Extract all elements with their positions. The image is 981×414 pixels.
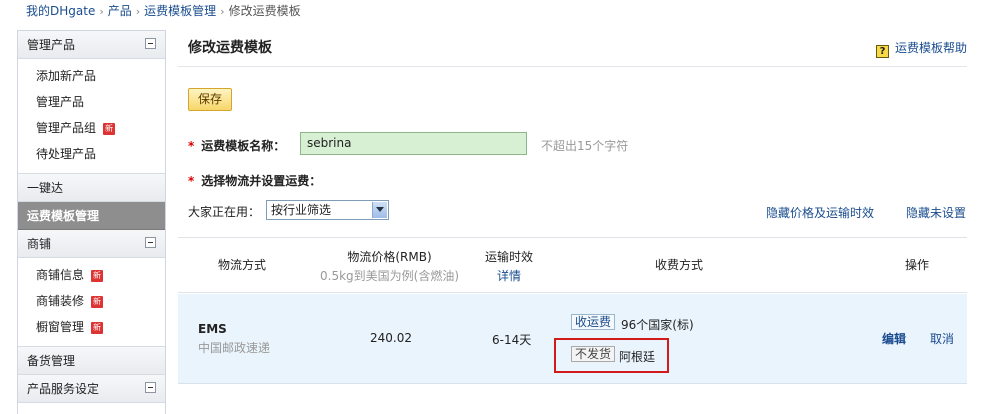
help-icon: ?	[875, 45, 889, 58]
edit-link[interactable]: 编辑	[882, 330, 906, 347]
sidebar: 管理产品 添加新产品 管理产品 管理产品组新 待处理产品 一键达 运费模板管理 …	[17, 30, 166, 414]
sidebar-item-stock[interactable]: 备货管理	[18, 347, 165, 375]
column-header-method: 物流方式	[218, 258, 267, 272]
sidebar-item-label: 添加新产品	[36, 69, 97, 83]
new-badge: 新	[91, 322, 104, 334]
sidebar-item-label: 橱窗管理	[36, 320, 85, 334]
charge-tag: 收运费	[571, 314, 616, 330]
column-header-price-label: 物流价格(RMB)	[347, 250, 432, 264]
new-badge: 新	[91, 296, 104, 308]
help-link[interactable]: ? 运费模板帮助	[875, 39, 967, 58]
sidebar-section-items: 商铺信息新 商铺装修新 橱窗管理新	[18, 258, 165, 347]
collapse-icon[interactable]	[145, 38, 156, 49]
popular-label: 大家正在用：	[188, 205, 261, 219]
sidebar-item-add-product[interactable]: 添加新产品	[18, 63, 165, 89]
breadcrumb-products[interactable]: 产品	[108, 4, 132, 18]
breadcrumb-separator: ›	[99, 5, 104, 18]
hide-price-time-link[interactable]: 隐藏价格及运输时效	[766, 204, 874, 221]
breadcrumb-separator: ›	[220, 5, 225, 18]
hide-unset-link[interactable]: 隐藏未设置	[906, 204, 966, 221]
industry-filter-value: 按行业筛选	[271, 203, 332, 217]
cancel-link[interactable]: 取消	[930, 330, 954, 347]
divider	[178, 66, 967, 67]
table-row: EMS 中国邮政速递 240.02 6-14天 收运费 96个国家(标) 不发货…	[178, 294, 967, 384]
help-link-label: 运费模板帮助	[894, 41, 967, 55]
sidebar-item-product-groups[interactable]: 管理产品组新	[18, 115, 165, 141]
sidebar-section-title: 商铺	[27, 237, 52, 251]
logistics-label-text: 选择物流并设置运费：	[201, 174, 322, 188]
template-name-hint: 不超出15个字符	[541, 139, 629, 153]
sidebar-item-pending-products[interactable]: 待处理产品	[18, 141, 165, 167]
method-price: 240.02	[370, 331, 412, 345]
method-name: EMS	[198, 322, 227, 336]
template-name-label: * 运费模板名称：	[188, 137, 285, 154]
sidebar-item-label: 一键达	[27, 181, 64, 195]
sidebar-item-label: 待处理产品	[36, 147, 97, 161]
save-button[interactable]: 保存	[188, 88, 232, 111]
page-title: 修改运费模板	[188, 40, 272, 56]
sidebar-item-store-info[interactable]: 商铺信息新	[18, 262, 165, 288]
new-badge: 新	[91, 270, 104, 282]
breadcrumb-current: 修改运费模板	[228, 4, 301, 18]
collapse-icon[interactable]	[145, 237, 156, 248]
breadcrumb: 我的DHgate › 产品 › 运费模板管理 › 修改运费模板	[26, 3, 301, 19]
column-header-fee: 收费方式	[655, 258, 704, 272]
dropdown-arrow-icon[interactable]	[372, 202, 387, 218]
sidebar-item-store-decoration[interactable]: 商铺装修新	[18, 288, 165, 314]
shipping-table-header: 物流方式 物流价格(RMB) 0.5kg到美国为例(含燃油) 运输时效详情 收费方…	[178, 237, 967, 293]
main-content: 修改运费模板 ? 运费模板帮助 保存 * 运费模板名称： sebrina 不超出15…	[178, 30, 967, 414]
sidebar-item-manage-products[interactable]: 管理产品	[18, 89, 165, 115]
sidebar-item-label: 运费模板管理	[27, 209, 100, 223]
sidebar-section-items: 添加新产品 管理产品 管理产品组新 待处理产品	[18, 59, 165, 174]
breadcrumb-home[interactable]: 我的DHgate	[26, 4, 95, 18]
sidebar-item-label: 管理产品组	[36, 121, 97, 135]
charge-countries: 96个国家(标)	[621, 318, 694, 332]
column-header-price-sub: 0.5kg到美国为例(含燃油)	[320, 269, 460, 283]
column-header-ops: 操作	[905, 258, 930, 272]
sidebar-section-title: 管理产品	[27, 38, 76, 52]
collapse-icon[interactable]	[145, 382, 156, 393]
template-name-label-text: 运费模板名称：	[201, 139, 286, 153]
breadcrumb-separator: ›	[135, 5, 141, 18]
sidebar-item-label: 管理产品	[36, 95, 85, 109]
method-days: 6-14天	[492, 333, 532, 347]
sidebar-item-label: 商铺装修	[36, 294, 85, 308]
column-header-price: 物流价格(RMB) 0.5kg到美国为例(含燃油)	[320, 248, 459, 284]
required-asterisk: *	[188, 139, 195, 153]
sidebar-item-label: 商铺信息	[36, 268, 85, 282]
sidebar-section-manage-products[interactable]: 管理产品	[18, 31, 165, 59]
method-subtitle: 中国邮政速递	[198, 341, 271, 355]
industry-filter-select[interactable]: 按行业筛选	[266, 200, 389, 220]
column-header-time-label: 运输时效	[485, 250, 534, 264]
logistics-label: * 选择物流并设置运费：	[188, 172, 321, 189]
breadcrumb-shipping-templates[interactable]: 运费模板管理	[144, 4, 216, 18]
sidebar-item-showcase[interactable]: 橱窗管理新	[18, 314, 165, 340]
template-name-input[interactable]: sebrina	[300, 132, 527, 155]
sidebar-section-store[interactable]: 商铺	[18, 230, 165, 258]
sidebar-item-yijianda[interactable]: 一键达	[18, 174, 165, 202]
sidebar-section-title: 产品服务设定	[27, 382, 100, 396]
required-asterisk: *	[188, 174, 195, 188]
sidebar-item-shipping-templates[interactable]: 运费模板管理	[18, 202, 165, 230]
column-header-time: 运输时效 详情	[485, 248, 533, 284]
highlight-box	[554, 338, 669, 373]
sidebar-section-service-settings[interactable]: 产品服务设定	[18, 375, 165, 403]
new-badge: 新	[103, 123, 116, 135]
sidebar-item-label: 备货管理	[27, 354, 76, 368]
time-details-link[interactable]: 详情	[485, 267, 533, 284]
